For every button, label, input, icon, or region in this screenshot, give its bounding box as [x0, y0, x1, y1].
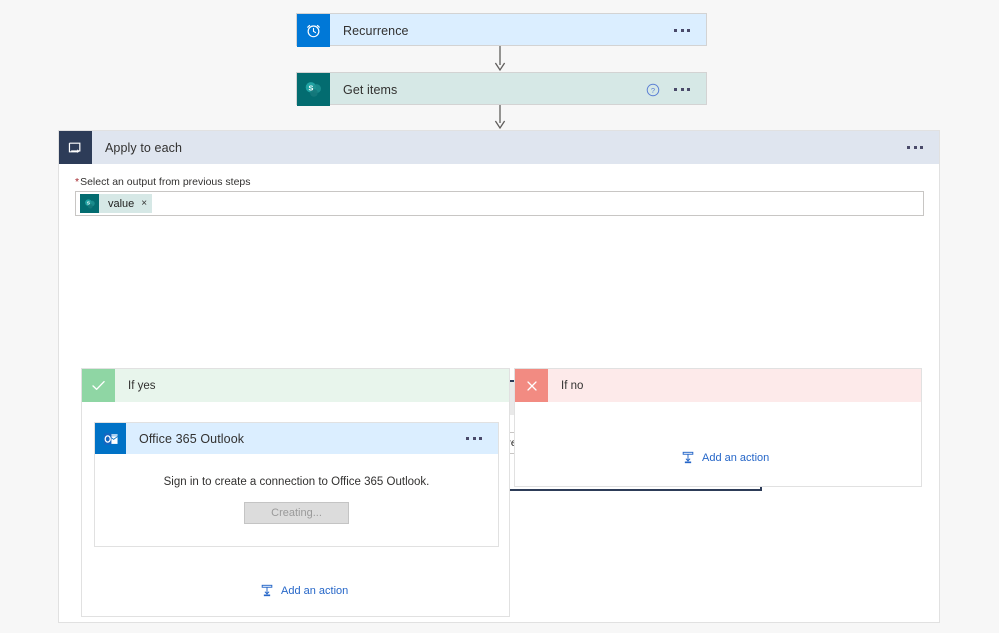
- branch-if-no: If no Add an action: [514, 368, 922, 487]
- sharepoint-icon: S: [80, 194, 99, 213]
- add-an-action-if-no[interactable]: Add an action: [681, 451, 769, 465]
- flow-card-apply-to-each[interactable]: Apply to each *Select an output from pre…: [58, 130, 940, 623]
- apply-to-each-title: Apply to each: [105, 140, 183, 155]
- token-remove-icon[interactable]: ×: [141, 198, 147, 209]
- branch-if-yes: If yes Office 365 Outlook Sign in to cre…: [81, 368, 510, 617]
- apply-to-each-menu-button[interactable]: [899, 146, 939, 149]
- dot: [680, 88, 684, 91]
- get-items-menu-button[interactable]: [666, 88, 706, 91]
- creating-button-label: Creating...: [271, 507, 322, 519]
- recurrence-menu-button[interactable]: [666, 29, 706, 32]
- flow-card-office-365-outlook[interactable]: Office 365 Outlook Sign in to create a c…: [94, 422, 499, 547]
- dot: [907, 146, 910, 149]
- loop-icon: [59, 131, 92, 164]
- flow-designer-canvas: Recurrence S Get items ? Apply to each *…: [0, 0, 999, 633]
- creating-button: Creating...: [244, 502, 349, 524]
- dot: [687, 29, 690, 32]
- dot: [687, 88, 690, 91]
- dot: [680, 29, 684, 32]
- help-icon[interactable]: ?: [646, 83, 660, 97]
- connector-arrow-2: [494, 105, 506, 130]
- dot: [674, 29, 677, 32]
- get-items-title: Get items: [343, 82, 398, 97]
- recurrence-header: Recurrence: [297, 14, 706, 47]
- apply-to-each-body: *Select an output from previous steps S …: [59, 164, 939, 623]
- svg-text:S: S: [308, 83, 313, 92]
- recurrence-title: Recurrence: [343, 23, 409, 38]
- close-x-icon: [515, 369, 548, 402]
- svg-text:S: S: [86, 200, 89, 205]
- dot: [479, 437, 482, 440]
- outlook-header: Office 365 Outlook: [95, 423, 498, 454]
- get-items-header: S Get items ?: [297, 73, 706, 106]
- output-token-input[interactable]: S value ×: [75, 191, 924, 216]
- svg-text:?: ?: [651, 85, 655, 94]
- dot: [913, 146, 917, 149]
- checkmark-icon: [82, 369, 115, 402]
- add-action-icon: [261, 584, 273, 597]
- dot: [472, 437, 476, 440]
- if-yes-label: If yes: [128, 379, 156, 392]
- outlook-icon: [95, 423, 126, 454]
- outlook-menu-button[interactable]: [458, 437, 498, 440]
- output-field-label-text: Select an output from previous steps: [80, 176, 251, 188]
- add-an-action-if-yes[interactable]: Add an action: [260, 584, 348, 598]
- outlook-title: Office 365 Outlook: [139, 431, 245, 446]
- if-no-label: If no: [561, 379, 584, 392]
- add-an-action-label: Add an action: [702, 452, 770, 464]
- flow-card-recurrence[interactable]: Recurrence: [296, 13, 707, 47]
- flow-card-get-items[interactable]: S Get items ?: [296, 72, 707, 106]
- outlook-signin-body: Sign in to create a connection to Office…: [95, 454, 498, 546]
- add-action-icon: [682, 451, 694, 464]
- dot: [466, 437, 469, 440]
- if-yes-header: If yes: [82, 369, 509, 402]
- dot: [920, 146, 923, 149]
- required-marker: *: [75, 176, 80, 188]
- token-label: value: [108, 197, 135, 210]
- add-an-action-label: Add an action: [281, 585, 349, 597]
- token-chip-value[interactable]: S value ×: [80, 194, 153, 213]
- dot: [674, 88, 677, 91]
- output-field-label: *Select an output from previous steps: [75, 176, 251, 188]
- signin-message: Sign in to create a connection to Office…: [163, 476, 430, 488]
- apply-to-each-header: Apply to each: [59, 131, 939, 164]
- connector-arrow-1: [494, 46, 506, 72]
- if-no-header: If no: [515, 369, 921, 402]
- alarm-clock-icon: [297, 14, 330, 47]
- sharepoint-icon: S: [297, 73, 330, 106]
